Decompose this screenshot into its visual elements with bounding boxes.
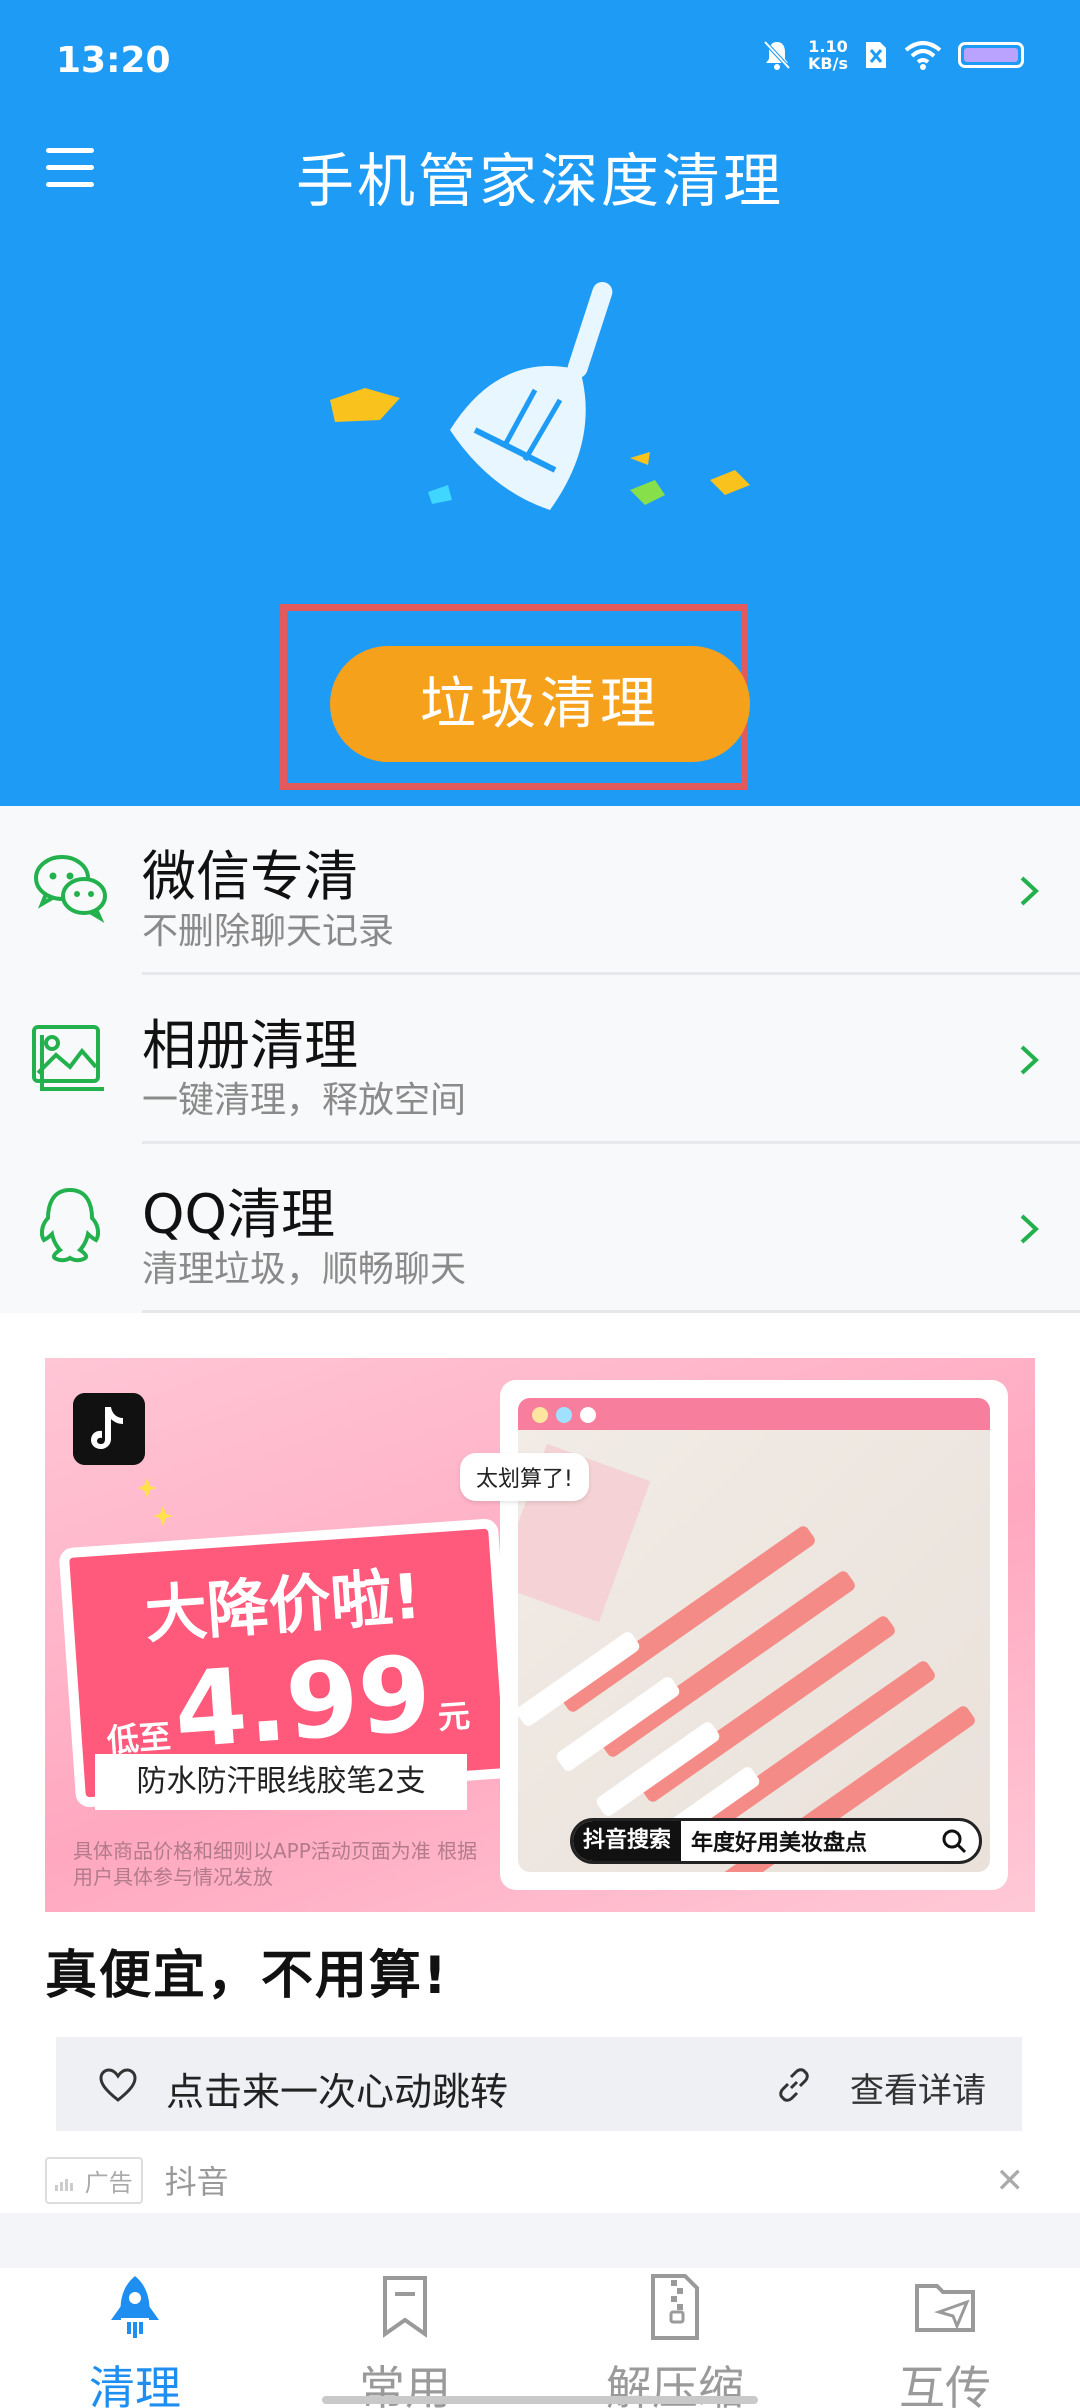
- ad-source: 抖音: [164, 2163, 229, 2201]
- nav-tab-label: 互传: [899, 2361, 991, 2408]
- status-time: 13:20: [56, 40, 171, 81]
- link-icon: [779, 2068, 809, 2102]
- nav-tab-transfer[interactable]: 互传: [810, 2268, 1080, 2408]
- chevron-right-icon: [1020, 1214, 1039, 1244]
- home-indicator[interactable]: [322, 2396, 758, 2404]
- mute-icon: [763, 40, 791, 70]
- close-ad-icon[interactable]: ✕: [996, 2161, 1025, 2201]
- ad-badge-label: 广告: [84, 2168, 133, 2197]
- ad-badge: 广告: [45, 2156, 143, 2204]
- wifi-icon: [904, 41, 942, 70]
- feature-subtitle: 清理垃圾，顺畅聊天: [142, 1249, 467, 1290]
- nav-tab-clean[interactable]: 清理: [0, 2268, 270, 2408]
- qq-icon: [39, 1187, 101, 1263]
- heart-icon: [99, 2068, 137, 2102]
- nav-tab-label: 清理: [89, 2361, 181, 2408]
- feature-list: 微信专清 不删除聊天记录 相册清理 一键清理，释放空间 QQ清理 清理垃圾，顺畅…: [0, 806, 1080, 1313]
- bottom-nav: 清理 常用 解压缩 互传: [0, 2268, 1080, 2408]
- promo-unit: 元: [436, 1696, 472, 1737]
- search-tag: 抖音搜索: [573, 1821, 682, 1861]
- chevron-right-icon: [1020, 876, 1039, 906]
- search-icon: [942, 1829, 967, 1854]
- ad-disclaimer: 具体商品价格和细则以APP活动页面为准 根据用户具体参与情况发放: [73, 1839, 478, 1889]
- header-section: 13:20 1.10 KB/s 手机管家深度清理 垃圾清理: [0, 0, 1080, 806]
- sim-x-icon: [866, 42, 886, 68]
- battery-icon: [958, 42, 1024, 68]
- promo-subtitle: 防水防汗眼线胶笔2支: [95, 1754, 467, 1810]
- chevron-right-icon: [1020, 1045, 1039, 1075]
- ad-search-bar: 抖音搜索 年度好用美妆盘点: [570, 1818, 982, 1864]
- speech-bubble: 太划算了!: [460, 1453, 589, 1501]
- wechat-icon: [34, 855, 107, 923]
- signal-bars-icon: [55, 2178, 73, 2191]
- tiktok-logo-icon: [73, 1393, 145, 1465]
- feature-subtitle: 不删除聊天记录: [142, 911, 395, 952]
- zip-file-icon: [651, 2274, 699, 2340]
- nav-tab-common[interactable]: 常用: [270, 2268, 540, 2408]
- feature-title: 相册清理: [142, 1014, 358, 1077]
- nav-tab-unzip[interactable]: 解压缩: [540, 2268, 810, 2408]
- folder-send-icon: [915, 2284, 975, 2332]
- ad-meta: 广告 抖音: [45, 2156, 229, 2204]
- feature-title: 微信专清: [142, 845, 358, 908]
- list-item-qq-clean[interactable]: QQ清理 清理垃圾，顺畅聊天: [0, 1144, 1080, 1313]
- ad-cta-button[interactable]: 点击来一次心动跳转 查看详请: [56, 2037, 1022, 2131]
- ad-cta-label: 点击来一次心动跳转: [166, 2070, 509, 2114]
- photo-album-icon: [32, 1025, 104, 1091]
- next-card-peek: [0, 2213, 1080, 2273]
- ad-banner-image[interactable]: 大降价啦! 低至 4.99 元 防水防汗眼线胶笔2支 具体商品价格和细则以APP…: [45, 1358, 1035, 1912]
- list-item-wechat-clean[interactable]: 微信专清 不删除聊天记录: [0, 806, 1080, 975]
- rocket-icon: [111, 2276, 159, 2338]
- bookmark-icon: [383, 2276, 427, 2338]
- net-speed-value: 1.10: [808, 37, 848, 56]
- ad-card: 大降价啦! 低至 4.99 元 防水防汗眼线胶笔2支 具体商品价格和细则以APP…: [0, 1313, 1080, 2213]
- search-text: 年度好用美妆盘点: [691, 1831, 868, 1856]
- promo-price: 4.99: [170, 1632, 435, 1772]
- status-bar: 13:20 1.10 KB/s: [0, 0, 1080, 120]
- status-icons: 1.10 KB/s: [762, 38, 1024, 72]
- network-speed: 1.10 KB/s: [808, 38, 848, 72]
- ad-title: 真便宜，不用算!: [45, 1946, 449, 2006]
- page-title: 手机管家深度清理: [295, 147, 784, 215]
- feature-title: QQ清理: [142, 1183, 336, 1246]
- sparkle-icon: [137, 1478, 173, 1526]
- list-item-album-clean[interactable]: 相册清理 一键清理，释放空间: [0, 975, 1080, 1144]
- net-speed-unit: KB/s: [808, 54, 848, 73]
- junk-clean-button[interactable]: 垃圾清理: [330, 646, 750, 762]
- feature-subtitle: 一键清理，释放空间: [142, 1080, 467, 1121]
- promo-price-row: 低至 4.99 元: [102, 1632, 472, 1772]
- broom-illustration: [330, 281, 750, 510]
- ad-view-details-link[interactable]: 查看详请: [850, 2063, 986, 2112]
